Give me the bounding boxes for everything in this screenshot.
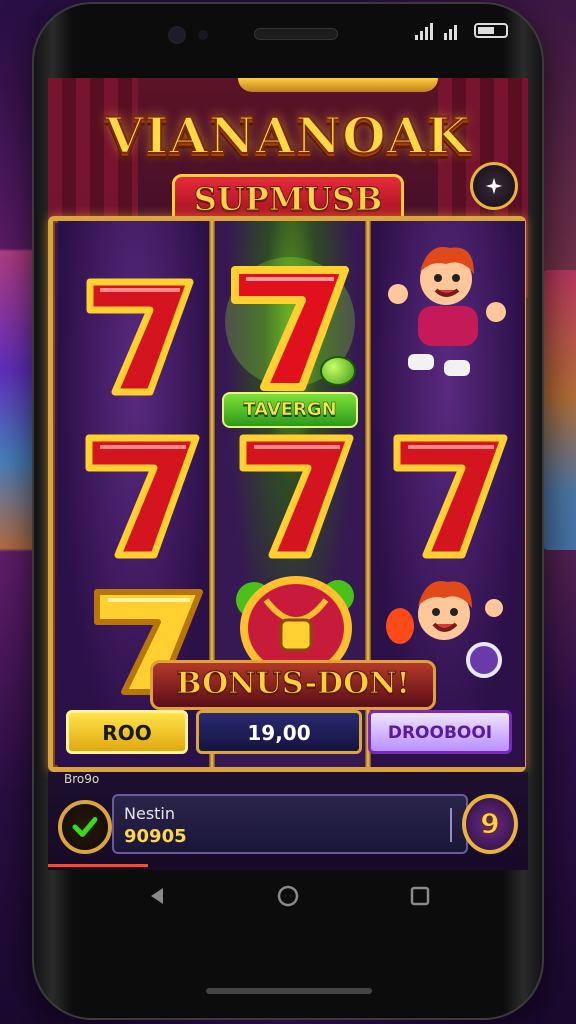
player-score: 90905 [124, 826, 187, 847]
front-camera-icon [170, 28, 184, 42]
progress-bar [48, 864, 148, 867]
bet-button[interactable]: ROO [66, 710, 188, 754]
red-seven-symbol [239, 434, 354, 559]
recent-apps-icon[interactable] [408, 884, 432, 908]
crown-ornament [238, 78, 438, 92]
spin-button[interactable]: DROOBOOI [368, 710, 512, 754]
home-indicator[interactable] [206, 988, 372, 994]
bracket-decor [448, 808, 452, 842]
player-info-card[interactable]: Nestin 90905 [112, 794, 468, 854]
battery-icon [474, 23, 508, 38]
title-area: VIANANOAK SUPMUSB [48, 78, 528, 228]
home-icon[interactable] [276, 884, 300, 908]
game-title: VIANANOAK [104, 105, 471, 166]
red-seven-symbol [85, 434, 200, 559]
control-row: ROO 19,00 DROOBOOI [66, 710, 516, 756]
lime-fruit-icon [320, 356, 356, 386]
add-button[interactable] [470, 162, 518, 210]
confirm-button[interactable] [58, 800, 112, 854]
player-name: Nestin [124, 804, 176, 823]
signal-icon [415, 22, 433, 40]
earpiece-speaker [255, 29, 337, 39]
bonus-banner: BONUS-DON! [150, 660, 436, 710]
red-seven-symbol [393, 434, 508, 559]
sensor-icon [198, 30, 208, 40]
win-display: 19,00 [196, 710, 362, 754]
player-tag: Bro9o [64, 772, 100, 786]
level-badge[interactable]: 9 [462, 794, 518, 854]
android-nav-bar [48, 870, 528, 922]
red-seven-symbol [86, 278, 194, 396]
back-icon[interactable] [145, 884, 169, 908]
slot-machine-right-decor [541, 270, 576, 550]
check-icon [72, 817, 98, 837]
cheering-kid-symbol [388, 247, 506, 376]
player-panel: Bro9o Nestin 90905 9 [48, 772, 528, 870]
wifi-signal-icon [444, 22, 457, 40]
plus-sparkle-icon [485, 177, 503, 195]
